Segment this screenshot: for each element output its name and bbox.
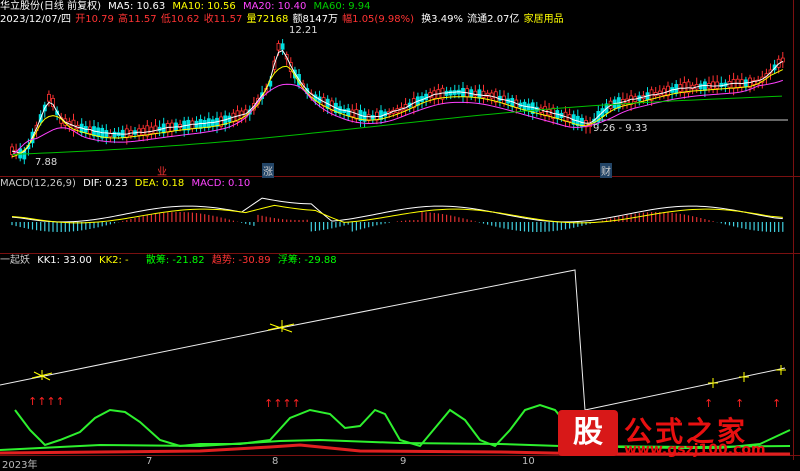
signal-marks (31, 320, 786, 388)
watermark: 股 公式之家 www.gszj100.com (558, 410, 794, 460)
signal-mark-icon (708, 378, 718, 388)
candle-body (153, 125, 158, 134)
candle-body (477, 89, 482, 99)
candle-body (280, 43, 285, 50)
candle-body (715, 81, 720, 89)
xaxis-label: 8 (272, 456, 279, 467)
xaxis-label: 2023年 (2, 460, 38, 471)
candle-body (276, 43, 281, 51)
candle-body (149, 126, 154, 134)
buy-arrow-icon: ↑ (704, 397, 713, 410)
chart-canvas[interactable]: ↑↑↑↑ ↑↑↑↑ ↑ ↑ ↑ (0, 0, 800, 468)
event-tag[interactable]: 涨 (262, 163, 274, 178)
watermark-url: www.gszj100.com (624, 442, 766, 458)
candle-body (124, 128, 129, 139)
candle-body (47, 93, 51, 102)
buy-arrow-icon: ↑ (735, 397, 744, 410)
xaxis-label: 9 (400, 456, 407, 467)
signal-mark-icon (776, 365, 786, 375)
macd-plot (11, 197, 784, 232)
candle-body (104, 130, 109, 139)
buy-arrow-icon: ↑↑↑↑ (28, 395, 65, 408)
candle-body (703, 81, 707, 91)
buy-arrow-icon: ↑↑↑↑ (264, 397, 301, 410)
candle-body (350, 109, 355, 117)
watermark-logo: 股 (558, 410, 618, 456)
candle-body (346, 108, 351, 117)
range-price-label: 9.26 - 9.33 (593, 123, 648, 134)
price-plot (10, 39, 788, 165)
event-tag[interactable]: 业 (156, 163, 168, 178)
buy-arrows: ↑↑↑↑ ↑↑↑↑ ↑ ↑ ↑ (28, 395, 781, 410)
candle-body (481, 90, 486, 98)
candle-body (112, 131, 117, 138)
high-price-label: 12.21 (289, 25, 318, 36)
candle-body (379, 110, 383, 120)
candle-body (141, 127, 146, 136)
candle-body (473, 90, 478, 97)
signal-mark-icon (739, 372, 749, 382)
candle-body (711, 81, 715, 90)
candle-body (10, 146, 14, 155)
low-price-label: 7.88 (35, 157, 58, 168)
kk1-line (0, 269, 786, 411)
event-tag[interactable]: 财 (600, 163, 612, 178)
xaxis-label: 10 (522, 456, 535, 467)
buy-arrow-icon: ↑ (772, 397, 781, 410)
xaxis-label: 7 (146, 456, 153, 467)
